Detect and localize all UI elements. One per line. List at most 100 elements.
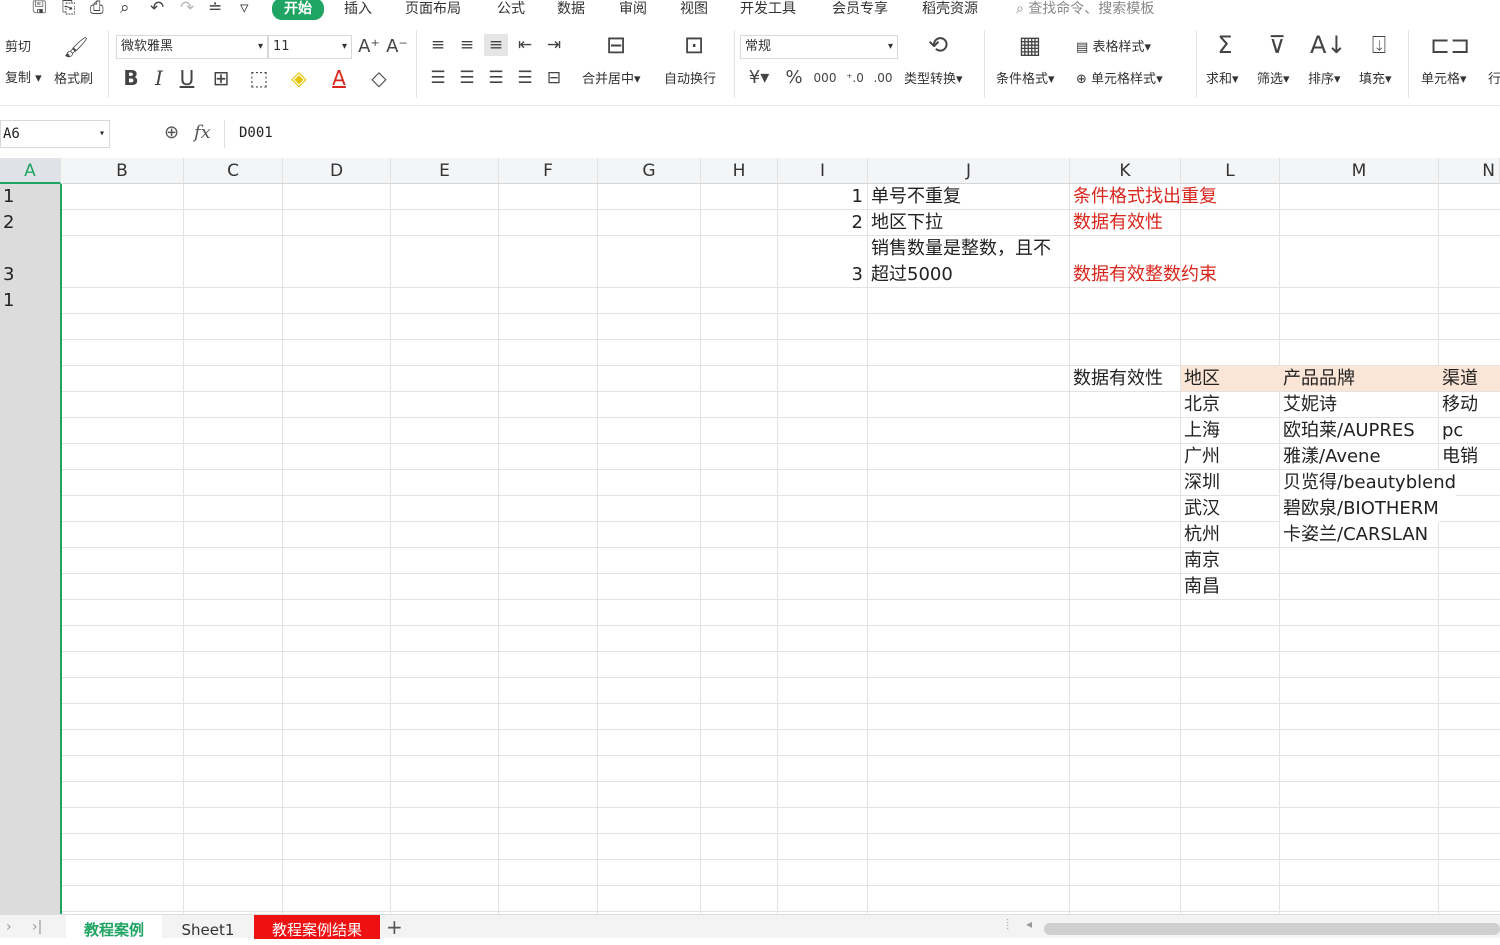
command-search[interactable]: ⌕ 查找命令、搜索模板	[1016, 0, 1154, 18]
sort-icon[interactable]: A↓	[1310, 33, 1347, 57]
font-name-select[interactable]: 微软雅黑 ▾	[116, 35, 268, 59]
validation-label[interactable]: 数据有效性	[1070, 366, 1163, 392]
region-item[interactable]: 深圳	[1181, 470, 1220, 496]
currency-icon[interactable]: ¥▾	[744, 67, 774, 89]
brand-item[interactable]: 艾妮诗	[1280, 392, 1337, 418]
clear-format-icon[interactable]: ◇	[364, 67, 394, 89]
horizontal-scrollbar[interactable]	[1044, 923, 1500, 935]
note-number[interactable]: 2	[778, 210, 867, 236]
type-convert-button[interactable]: 类型转换▾	[904, 72, 963, 88]
cell-icon[interactable]: ⊏⊐	[1430, 33, 1470, 57]
align-middle-icon[interactable]: ≡	[455, 34, 479, 56]
auto-wrap-button[interactable]: 自动换行	[664, 72, 716, 88]
header-region[interactable]: 地区	[1181, 366, 1220, 392]
align-left-icon[interactable]: ☰	[426, 67, 450, 89]
formula-input[interactable]: D001	[224, 120, 1500, 148]
merge-center-icon[interactable]: ⊟	[598, 33, 634, 57]
row-header-4[interactable]: 1	[0, 288, 14, 314]
name-box[interactable]: A6 ▾	[0, 120, 110, 148]
prev-sheet-icon[interactable]: ›	[6, 919, 12, 935]
col-header-b[interactable]: B	[61, 158, 184, 184]
increase-font-icon[interactable]: A⁺	[358, 36, 380, 58]
tab-formulas[interactable]: 公式	[497, 0, 525, 18]
customize-dropdown-icon[interactable]: ▿	[240, 0, 249, 18]
italic-icon[interactable]: I	[148, 67, 170, 89]
align-right-icon[interactable]: ☰	[484, 67, 508, 89]
note-tip[interactable]: 数据有效整数约束	[1070, 262, 1217, 288]
brand-item[interactable]: 欧珀莱/AUPRES	[1280, 418, 1415, 444]
tab-review[interactable]: 审阅	[619, 0, 647, 18]
col-header-e[interactable]: E	[391, 158, 499, 184]
decrease-font-icon[interactable]: A⁻	[386, 36, 408, 58]
conditional-format-button[interactable]: 条件格式▾	[996, 72, 1055, 88]
tab-data[interactable]: 数据	[557, 0, 585, 18]
cell-style-button[interactable]: ⊕ 单元格样式▾	[1076, 72, 1163, 88]
note-number[interactable]: 3	[778, 262, 867, 288]
merge-center-button[interactable]: 合并居中▾	[582, 72, 641, 88]
type-convert-icon[interactable]: ⟲	[920, 33, 956, 57]
sheet-tab-result[interactable]: 教程案例结果	[254, 915, 380, 939]
filter-button[interactable]: 筛选▾	[1257, 72, 1290, 88]
brand-item[interactable]: 碧欧泉/BIOTHERM	[1280, 496, 1439, 522]
row-header-1[interactable]: 1	[0, 184, 14, 210]
tab-member[interactable]: 会员专享	[832, 0, 888, 18]
region-item[interactable]: 武汉	[1181, 496, 1220, 522]
font-color-icon[interactable]: A	[324, 67, 354, 89]
decrease-indent-icon[interactable]: ⇤	[513, 34, 537, 56]
row-col-button[interactable]: 行	[1488, 72, 1500, 88]
note-tip[interactable]: 数据有效性	[1070, 210, 1163, 236]
note-text-line2[interactable]: 超过5000	[868, 262, 953, 288]
fill-pattern-icon[interactable]: ⬚	[244, 67, 274, 89]
col-header-j[interactable]: J	[868, 158, 1070, 184]
sum-button[interactable]: 求和▾	[1206, 72, 1239, 88]
tab-home[interactable]: 开始	[272, 0, 324, 20]
format-painter-icon[interactable]: 🖌	[62, 36, 90, 58]
split-handle-icon[interactable]: ⦙	[1006, 917, 1009, 933]
col-header-c[interactable]: C	[184, 158, 283, 184]
row-header-2[interactable]: 2	[0, 210, 14, 236]
tab-docer[interactable]: 稻壳资源	[922, 0, 978, 18]
distribute-icon[interactable]: ⊟	[542, 67, 566, 89]
col-header-a[interactable]: A	[0, 158, 61, 184]
col-header-k[interactable]: K	[1070, 158, 1181, 184]
fill-icon[interactable]: ⍗	[1362, 33, 1396, 57]
col-header-n[interactable]: N	[1439, 158, 1500, 184]
border-icon[interactable]: ⊞	[206, 67, 236, 89]
col-header-h[interactable]: H	[701, 158, 778, 184]
region-item[interactable]: 上海	[1181, 418, 1220, 444]
print-preview-icon[interactable]: ⌕	[120, 0, 130, 18]
redo-icon[interactable]: ↷	[180, 0, 194, 18]
sheet-tab-tutorial[interactable]: 教程案例	[66, 915, 162, 939]
note-text[interactable]: 单号不重复	[868, 184, 961, 210]
cell-button[interactable]: 单元格▾	[1421, 72, 1467, 88]
underline-icon[interactable]: U	[176, 67, 198, 89]
scroll-left-icon[interactable]: ◂	[1026, 917, 1032, 931]
header-brand[interactable]: 产品品牌	[1280, 366, 1355, 392]
export-pdf-icon[interactable]: ⎘	[62, 0, 76, 18]
save-icon[interactable]: 🖫	[32, 0, 46, 18]
last-sheet-icon[interactable]: ›|	[32, 919, 42, 935]
tab-insert[interactable]: 插入	[344, 0, 372, 18]
thousands-icon[interactable]: 000	[812, 67, 838, 89]
tab-page-layout[interactable]: 页面布局	[405, 0, 461, 18]
col-header-d[interactable]: D	[283, 158, 391, 184]
region-item[interactable]: 广州	[1181, 444, 1220, 470]
fill-button[interactable]: 填充▾	[1359, 72, 1392, 88]
add-sheet-icon[interactable]: +	[386, 915, 403, 939]
decrease-decimal-icon[interactable]: .00	[870, 67, 896, 89]
tab-view[interactable]: 视图	[680, 0, 708, 18]
brand-item[interactable]: 卡姿兰/CARSLAN	[1280, 522, 1428, 548]
channel-item[interactable]: 电销	[1439, 444, 1478, 470]
bold-icon[interactable]: B	[120, 67, 142, 89]
copy-button[interactable]: 复制 ▾	[5, 71, 42, 87]
row-header-3[interactable]: 3	[0, 262, 14, 288]
note-text-line1[interactable]: 销售数量是整数，且不	[868, 236, 1051, 262]
number-format-select[interactable]: 常规 ▾	[740, 35, 898, 59]
col-header-f[interactable]: F	[499, 158, 598, 184]
sheet-grid[interactable]: 1 2 3 1 1 单号不重复 条件格式找出重复 2 地区下拉 数据有效性 3 …	[0, 184, 1500, 914]
note-text[interactable]: 地区下拉	[868, 210, 943, 236]
print-icon[interactable]: ⎙	[90, 0, 104, 18]
sheet-tab-sheet1[interactable]: Sheet1	[162, 915, 254, 939]
fx-icon[interactable]: fx	[194, 122, 211, 143]
sum-icon[interactable]: Σ	[1208, 33, 1242, 57]
